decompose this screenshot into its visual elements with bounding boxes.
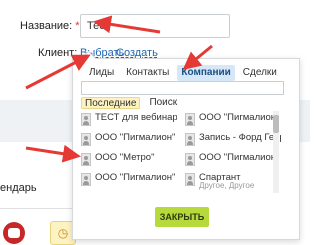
item-title: ТЕСТ для вебинара 01... xyxy=(95,112,177,123)
page: Название: * Тест Клиент: Выбрать Создать… xyxy=(0,0,310,245)
calendar-label: ендарь xyxy=(0,182,37,194)
list-item[interactable]: ТЕСТ для вебинара 01... xyxy=(81,111,177,131)
name-input[interactable]: Тест xyxy=(80,14,230,38)
list-item[interactable]: ООО "Пигмалион" xyxy=(81,171,176,191)
arrow-to-metro xyxy=(25,144,81,163)
name-label: Название: * xyxy=(20,20,80,32)
list-item[interactable]: ООО "Пигмалион" xyxy=(185,111,280,131)
tab-deals[interactable]: Сделки xyxy=(239,65,281,81)
company-icon xyxy=(81,153,91,166)
entity-tabs: Лиды Контакты Компании Сделки xyxy=(85,65,281,81)
company-icon xyxy=(185,153,195,166)
company-icon xyxy=(81,133,91,146)
name-input-value: Тест xyxy=(87,20,110,32)
avatar-icon[interactable] xyxy=(3,222,25,244)
subtab-recent[interactable]: Последние xyxy=(81,97,141,109)
tab-leads[interactable]: Лиды xyxy=(85,65,118,81)
list-item[interactable]: Запись - Форд Генри xyxy=(185,131,281,151)
subtab-search[interactable]: Поиск xyxy=(146,97,180,109)
company-icon xyxy=(185,133,195,146)
item-title: ООО "Пигмалион" xyxy=(199,112,280,123)
company-list: ТЕСТ для вебинара 01... ООО "Пигмалион" … xyxy=(81,111,283,191)
item-title: ООО "Пигмалион" xyxy=(199,152,280,163)
company-icon xyxy=(81,113,91,126)
company-icon xyxy=(185,173,195,186)
scrollbar-thumb[interactable] xyxy=(273,115,279,133)
client-select-popup: Лиды Контакты Компании Сделки Последние … xyxy=(72,58,300,240)
item-title: ООО "Пигмалион" xyxy=(95,172,176,183)
close-button[interactable]: ЗАКРЫТЬ xyxy=(155,207,209,227)
company-icon xyxy=(81,173,91,186)
divider xyxy=(0,208,80,209)
tab-companies[interactable]: Компании xyxy=(177,65,235,81)
list-item[interactable]: ООО "Пигмалион" xyxy=(185,151,280,171)
search-input[interactable] xyxy=(81,81,284,95)
item-title: ООО "Пигмалион" xyxy=(95,132,176,143)
item-subtitle: Другое, Другое xyxy=(199,181,255,190)
item-title: Запись - Форд Генри xyxy=(199,132,281,143)
item-title: ООО "Метро" xyxy=(95,152,155,163)
subtabs: Последние Поиск xyxy=(81,97,180,109)
list-item[interactable]: ООО "Метро" xyxy=(81,151,176,171)
name-label-text: Название: xyxy=(20,20,73,32)
company-icon xyxy=(185,113,195,126)
list-item[interactable]: Спартант Другое, Другое xyxy=(185,171,280,191)
tab-contacts[interactable]: Контакты xyxy=(122,65,173,81)
list-item[interactable]: ООО "Пигмалион" xyxy=(81,131,176,151)
required-mark: * xyxy=(75,20,80,32)
